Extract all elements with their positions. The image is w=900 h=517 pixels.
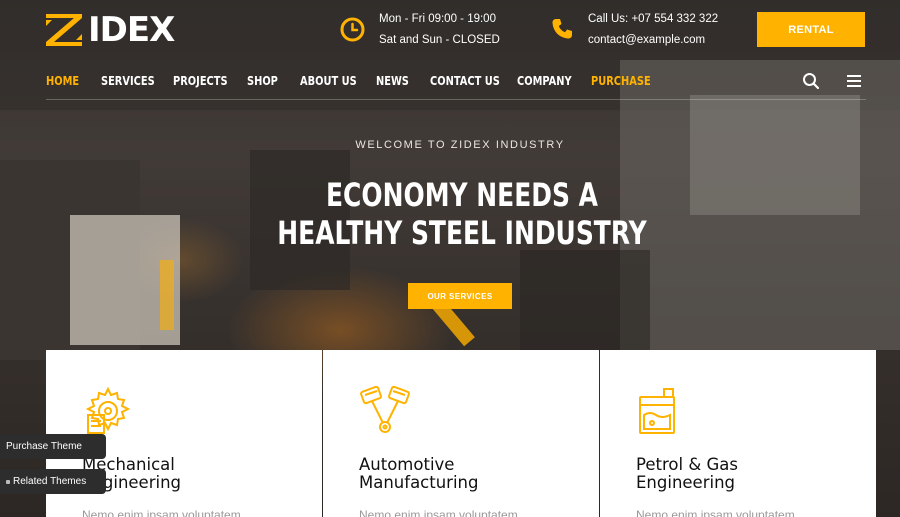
hero-headline-line2: HEALTHY STEEL INDUSTRY [277, 214, 647, 252]
card-title: Petrol & Gas Engineering [636, 456, 856, 492]
card-title-line2: Manufacturing [359, 473, 479, 492]
nav-item-company[interactable]: COMPANY [517, 70, 578, 92]
tag-dot-icon [6, 479, 10, 484]
nav-item-projects[interactable]: PROJECTS [173, 70, 234, 92]
nav-divider [46, 99, 866, 100]
opening-hours: Mon - Fri 09:00 - 19:00 Sat and Sun - CL… [340, 9, 500, 51]
purchase-theme-label: Purchase Theme [6, 441, 82, 452]
oil-canister-icon [639, 388, 675, 434]
purchase-theme-tag[interactable]: Purchase Theme [0, 434, 106, 459]
contact-email[interactable]: contact@example.com [588, 30, 718, 51]
contact-info: Call Us: +07 554 332 322 contact@example… [550, 9, 718, 51]
card-text: Nemo enim ipsam voluptatem [359, 508, 518, 517]
nav-item-shop[interactable]: SHOP [247, 70, 290, 92]
nav-item-contact-us[interactable]: CONTACT US [430, 70, 501, 92]
card-title-line1: Automotive [359, 455, 455, 474]
nav-item-purchase[interactable]: PURCHASE [591, 70, 653, 92]
card-text: Nemo enim ipsam voluptatem [82, 508, 241, 517]
nav-item-services[interactable]: SERVICES [101, 70, 160, 92]
related-themes-tag[interactable]: Related Themes [0, 469, 106, 494]
hours-weekend: Sat and Sun - CLOSED [379, 34, 500, 46]
rental-button[interactable]: RENTAL [757, 12, 865, 47]
search-icon[interactable] [802, 72, 820, 90]
card-title: Mechanical Engineering [82, 456, 302, 492]
service-card-automotive[interactable]: Automotive Manufacturing Nemo enim ipsam… [323, 350, 599, 517]
related-themes-label: Related Themes [13, 476, 87, 487]
service-card-petrol-gas[interactable]: Petrol & Gas Engineering Nemo enim ipsam… [600, 350, 876, 517]
phone-icon [552, 19, 572, 39]
card-title-line2: Engineering [636, 473, 735, 492]
card-title-line2: Engineering [82, 473, 181, 492]
hero-headline: ECONOMY NEEDS A HEALTHY STEEL INDUSTRY [0, 176, 900, 252]
nav-item-news[interactable]: NEWS [376, 70, 420, 92]
logo-mark-icon [46, 14, 82, 46]
site-logo[interactable]: IDEX [46, 10, 175, 50]
piston-icon [360, 385, 410, 433]
hero-headline-line1: ECONOMY NEEDS A [325, 176, 598, 214]
hero-welcome-text: WELCOME TO ZIDEX INDUSTRY [355, 139, 565, 151]
logo-text: IDEX [88, 10, 175, 50]
our-services-button[interactable]: OUR SERVICES [408, 283, 512, 309]
card-title-line1: Petrol & Gas [636, 455, 738, 474]
main-navigation: HOME SERVICES PROJECTS SHOP ABOUT US NEW… [46, 70, 667, 92]
gear-document-icon [85, 386, 131, 434]
hours-weekdays: Mon - Fri 09:00 - 19:00 [379, 13, 496, 25]
contact-phone[interactable]: Call Us: +07 554 332 322 [588, 9, 718, 30]
clock-icon [340, 17, 365, 42]
card-title: Automotive Manufacturing [359, 456, 579, 492]
nav-item-about-us[interactable]: ABOUT US [300, 70, 362, 92]
hamburger-menu-icon[interactable] [847, 74, 861, 88]
card-text: Nemo enim ipsam voluptatem [636, 508, 795, 517]
card-title-line1: Mechanical [82, 455, 175, 474]
nav-item-home[interactable]: HOME [46, 70, 91, 92]
